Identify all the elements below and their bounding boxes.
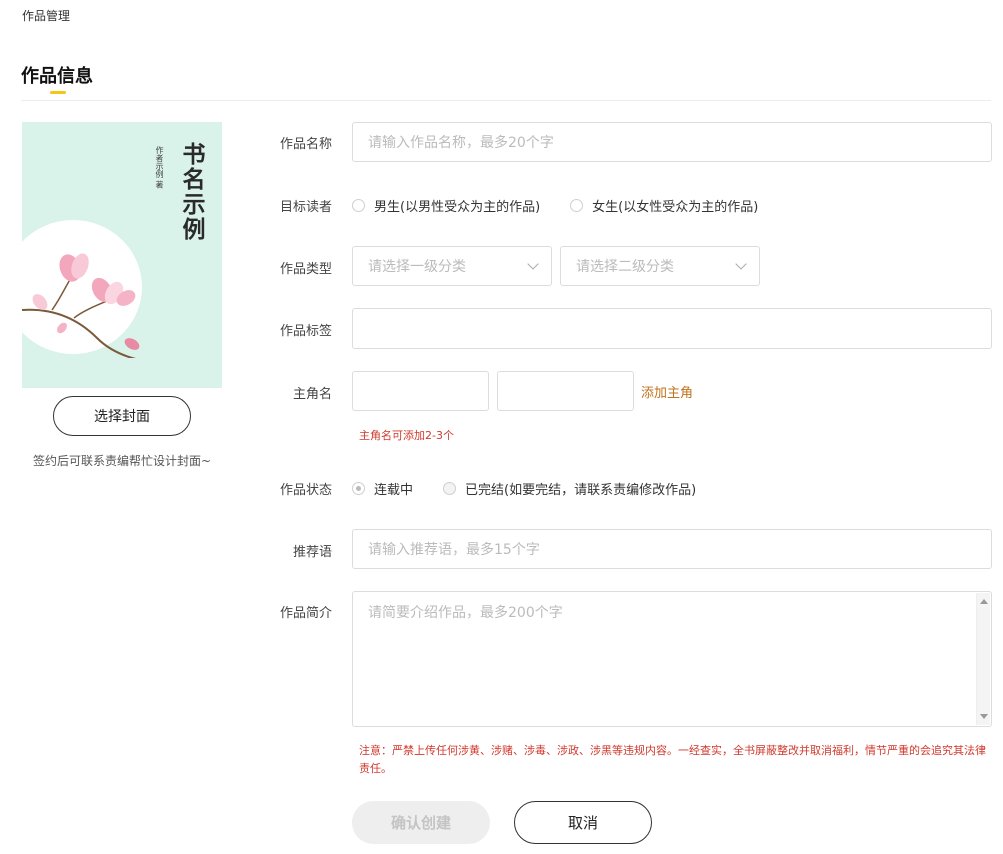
status-radio-group: 连载中 已完结(如要完结，请联系责编修改作品) [352,479,696,498]
primary-category-value: 请选择一级分类 [368,259,466,275]
radio-circle-icon [352,199,365,212]
type-label: 作品类型 [279,262,332,277]
radio-checked-icon [352,482,365,495]
name-label: 作品名称 [279,137,332,152]
add-protagonist-link[interactable]: 添加主角 [641,382,693,401]
primary-category-select[interactable]: 请选择一级分类 [352,246,552,286]
protagonist-input-2[interactable] [497,371,634,411]
status-ongoing-label: 连载中 [374,483,414,498]
protagonist-label: 主角名 [292,387,332,402]
audience-female-radio[interactable]: 女生(以女性受众为主的作品) [570,196,758,215]
scroll-down-icon[interactable] [980,714,988,719]
chevron-down-icon [527,258,539,270]
protagonist-input-1[interactable] [352,371,489,411]
audience-label: 目标读者 [279,200,332,215]
slogan-input[interactable]: 请输入推荐语，最多15个字 [352,529,992,569]
secondary-category-select[interactable]: 请选择二级分类 [560,246,760,286]
audience-male-label: 男生(以男性受众为主的作品) [374,200,541,215]
status-ongoing-radio[interactable]: 连载中 [352,479,413,498]
status-completed-radio[interactable]: 已完结(如要完结，请联系责编修改作品) [443,479,696,498]
radio-circle-icon [570,199,584,212]
cover-author: 作者示例 著 [155,146,164,189]
divider [21,100,991,101]
scroll-up-icon[interactable] [980,599,988,604]
book-name-input[interactable]: 请输入作品名称，最多20个字 [352,122,992,162]
audience-female-label: 女生(以女性受众为主的作品) [592,200,759,215]
breadcrumb[interactable]: 作品管理 [22,7,70,24]
audience-male-radio[interactable]: 男生(以男性受众为主的作品) [352,196,540,215]
cover-hint: 签约后可联系责编帮忙设计封面~ [32,454,212,468]
choose-cover-button[interactable]: 选择封面 [53,396,191,436]
title-underline [50,91,66,94]
page-title: 作品信息 [21,66,93,87]
intro-label: 作品简介 [279,606,332,621]
status-completed-label: 已完结(如要完结，请联系责编修改作品) [465,483,697,498]
secondary-category-value: 请选择二级分类 [576,259,674,275]
slogan-label: 推荐语 [292,545,332,560]
magnolia-flower-icon [22,253,140,358]
tags-label: 作品标签 [279,324,332,339]
intro-placeholder: 请简要介绍作品，最多200个字 [368,605,563,621]
chevron-down-icon [735,258,747,270]
content-notice: 注意：严禁上传任何涉黄、涉赌、涉毒、涉政、涉黑等违规内容。一经查实，全书屏蔽整改… [359,744,986,775]
intro-textarea[interactable]: 请简要介绍作品，最多200个字 [352,591,992,727]
tags-input[interactable] [352,308,992,349]
cover-title: 书名示例 [178,142,205,242]
textarea-scrollbar[interactable] [976,593,990,725]
confirm-create-button[interactable]: 确认创建 [352,801,490,844]
book-cover-preview: 作者示例 著 书名示例 [22,122,222,388]
status-label: 作品状态 [279,483,332,498]
audience-radio-group: 男生(以男性受众为主的作品) 女生(以女性受众为主的作品) [352,196,758,215]
protagonist-hint: 主角名可添加2-3个 [359,429,454,442]
cancel-button[interactable]: 取消 [514,801,652,844]
radio-disabled-icon [443,482,457,495]
